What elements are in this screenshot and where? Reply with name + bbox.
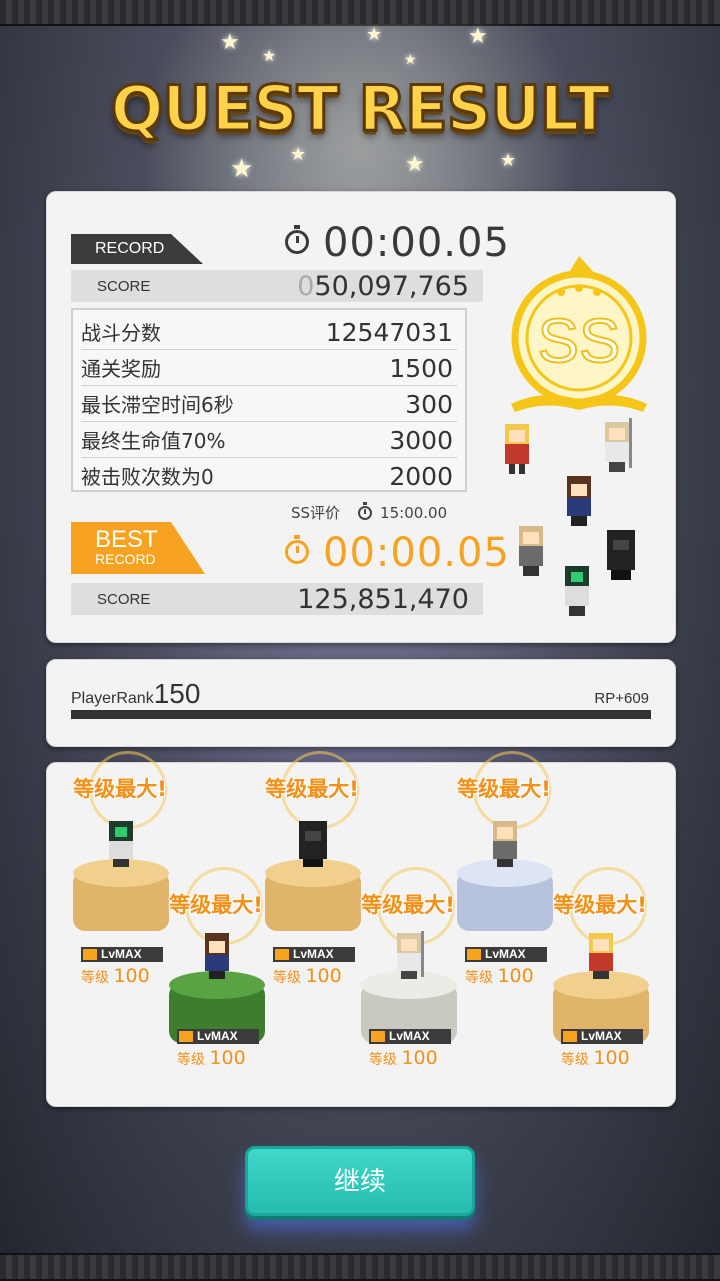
party-character-sprite (607, 530, 635, 580)
breakdown-row: 最终生命值70% 3000 (81, 422, 457, 458)
top-frame (0, 0, 720, 26)
star-icon: ★ (220, 30, 240, 55)
characters-panel: 等级最大! LvMAX 等级 100 等级最大! LvMAX 等级 100 等级… (46, 751, 676, 1107)
level-text: 等级 100 (81, 965, 150, 987)
score-label: SCORE (97, 278, 151, 295)
level-max-label: 等级最大! (457, 777, 551, 801)
best-score-value: 125,851,470 (297, 584, 469, 615)
score-bar: SCORE 050,097,765 (71, 270, 483, 302)
bottom-frame (0, 1253, 720, 1281)
party-character-sprite (605, 418, 632, 472)
character-sprite (109, 821, 133, 867)
level-max-label: 等级最大! (265, 777, 359, 801)
page-title: QUEST RESULT (109, 71, 612, 147)
stopwatch-icon (285, 535, 309, 564)
character-sprite (589, 933, 613, 979)
breakdown-row: 最长滞空时间6秒 300 (81, 386, 457, 422)
rp-gain: RP+609 (594, 690, 649, 707)
star-icon: ★ (290, 144, 307, 165)
party-character-sprite (505, 424, 529, 474)
stopwatch-icon (285, 225, 309, 254)
party-character-sprite (565, 566, 589, 616)
star-icon: ★ (262, 46, 277, 65)
record-timer: 00:00.05 (285, 220, 510, 266)
grade-text: SS (537, 306, 622, 377)
player-rank-label: PlayerRank (71, 690, 154, 707)
level-text: 等级 100 (273, 965, 342, 987)
star-icon: ★ (366, 24, 383, 45)
star-icon: ★ (404, 52, 417, 68)
star-icon: ★ (468, 24, 488, 49)
best-score-bar: SCORE 125,851,470 (71, 583, 483, 615)
party-character-sprite (567, 476, 591, 526)
lvmax-badge: LvMAX (273, 947, 355, 962)
star-icon: ★ (405, 152, 425, 177)
rank-progress-bar (71, 710, 651, 719)
stopwatch-icon (358, 501, 373, 520)
record-tag: RECORD (71, 234, 203, 264)
best-timer: 00:00.05 (285, 530, 510, 576)
ss-condition: SS评价 15:00.00 (291, 501, 448, 522)
lvmax-badge: LvMAX (465, 947, 547, 962)
star-icon: ★ (230, 154, 254, 184)
level-text: 等级 100 (177, 1047, 246, 1069)
level-max-label: 等级最大! (361, 893, 455, 917)
character-sprite (299, 821, 327, 867)
continue-button[interactable]: 继续 (245, 1146, 475, 1216)
level-text: 等级 100 (369, 1047, 438, 1069)
breakdown-row: 通关奖励 1500 (81, 350, 457, 386)
lvmax-badge: LvMAX (177, 1029, 259, 1044)
lvmax-badge: LvMAX (561, 1029, 643, 1044)
player-rank-value: 150 (153, 678, 201, 709)
level-text: 等级 100 (561, 1047, 630, 1069)
level-max-label: 等级最大! (553, 893, 647, 917)
ss-grade-badge: SS (505, 254, 653, 414)
party-character-sprite (519, 526, 543, 576)
level-max-label: 等级最大! (73, 777, 167, 801)
best-record-tag: BEST RECORD (71, 522, 205, 574)
record-time: 00:00.05 (323, 220, 510, 266)
breakdown-row: 被击败次数为0 2000 (81, 462, 453, 491)
level-text: 等级 100 (465, 965, 534, 987)
character-sprite (397, 931, 424, 979)
breakdown-row: 战斗分数 12547031 (81, 314, 457, 350)
star-icon: ★ (500, 150, 517, 171)
lvmax-badge: LvMAX (369, 1029, 451, 1044)
score-value: 050,097,765 (297, 271, 469, 302)
lvmax-badge: LvMAX (81, 947, 163, 962)
best-time: 00:00.05 (323, 530, 510, 576)
best-score-label: SCORE (97, 591, 151, 608)
player-rank-panel: PlayerRank150 RP+609 (46, 659, 676, 747)
character-sprite (205, 933, 229, 979)
player-rank: PlayerRank150 (71, 678, 200, 710)
level-max-label: 等级最大! (169, 893, 263, 917)
character-sprite (493, 821, 517, 867)
score-breakdown: 战斗分数 12547031 通关奖励 1500 最长滞空时间6秒 300 最终生命值7… (71, 308, 467, 492)
result-panel: RECORD 00:00.05 SCORE 050,097,765 战斗分数 12… (46, 191, 676, 643)
